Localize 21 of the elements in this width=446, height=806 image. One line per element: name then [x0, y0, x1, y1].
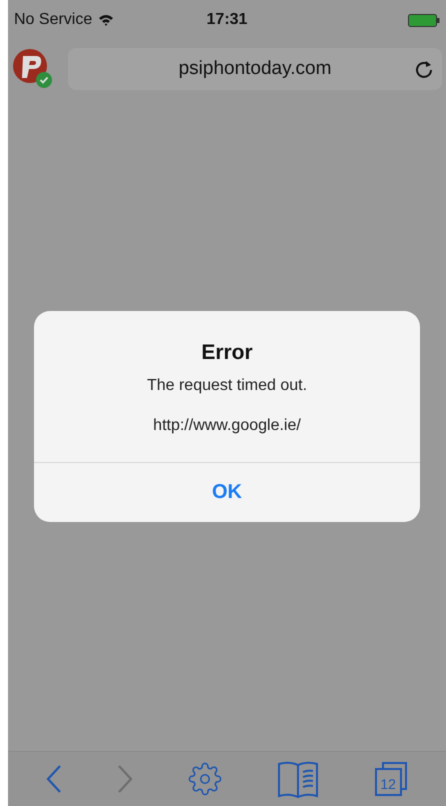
settings-button[interactable] [188, 762, 222, 796]
forward-icon [116, 764, 133, 794]
alert-title: Error [201, 341, 253, 365]
clock-text: 17:31 [206, 11, 248, 29]
tabs-button[interactable]: 12 [374, 761, 408, 797]
bookmarks-button[interactable] [277, 760, 320, 798]
tabs-icon [374, 761, 408, 797]
address-field[interactable]: psiphontoday.com [68, 48, 442, 90]
wifi-icon [98, 14, 114, 26]
alert-message: The request timed out. [146, 377, 308, 395]
ok-button[interactable]: OK [34, 462, 420, 522]
alert-url-text: http://www.google.ie/ [153, 417, 301, 435]
reload-icon[interactable] [414, 59, 434, 79]
settings-icon [188, 762, 222, 796]
back-icon [46, 764, 62, 794]
app-logo-icon[interactable] [12, 48, 54, 90]
battery-icon [408, 14, 440, 26]
book-icon [277, 760, 320, 798]
back-button[interactable] [46, 764, 62, 794]
tab-count: 12 [380, 776, 396, 792]
carrier-text: No Service [14, 11, 92, 29]
